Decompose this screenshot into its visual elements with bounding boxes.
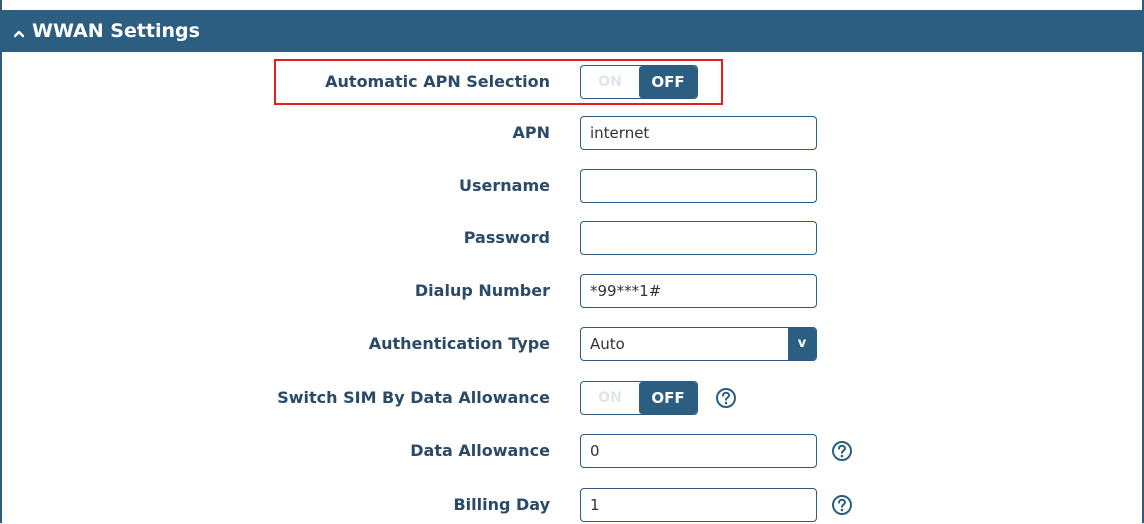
username-input[interactable]: [580, 169, 817, 203]
switch-sim-toggle[interactable]: ON OFF: [580, 381, 698, 415]
dialup-label: Dialup Number: [414, 281, 550, 300]
auth-type-select[interactable]: Auto v: [580, 327, 817, 361]
toggle-off-label: OFF: [639, 382, 697, 414]
toggle-on-label: ON: [598, 390, 622, 406]
section-title: WWAN Settings: [32, 20, 200, 42]
dropdown-arrow-icon[interactable]: v: [788, 328, 816, 360]
auth-type-value: Auto: [590, 335, 625, 353]
help-circle-icon[interactable]: [831, 494, 853, 516]
billing-day-input[interactable]: 1: [580, 488, 817, 522]
section-header[interactable]: WWAN Settings: [2, 10, 1142, 52]
wwan-settings-panel: WWAN Settings Automatic APN Selection ON…: [0, 0, 1144, 523]
password-input[interactable]: [580, 221, 817, 255]
apn-input[interactable]: internet: [580, 116, 817, 150]
help-circle-icon[interactable]: [831, 440, 853, 462]
row-auth-type: Authentication Type Auto v: [2, 325, 1142, 363]
data-allowance-label: Data Allowance: [410, 441, 550, 460]
row-dialup: Dialup Number *99***1#: [2, 272, 1142, 310]
auth-type-label: Authentication Type: [368, 334, 550, 353]
row-username: Username: [2, 167, 1142, 205]
billing-day-label: Billing Day: [453, 495, 550, 514]
row-switch-sim: Switch SIM By Data Allowance ON OFF: [2, 379, 1142, 417]
row-apn: APN internet: [2, 114, 1142, 152]
password-label: Password: [463, 228, 550, 247]
help-circle-icon[interactable]: [715, 387, 737, 409]
chevron-up-icon: [14, 30, 24, 38]
highlight-box: [274, 59, 723, 105]
apn-label: APN: [512, 123, 551, 142]
switch-sim-label: Switch SIM By Data Allowance: [277, 388, 550, 407]
username-label: Username: [459, 176, 550, 195]
dialup-input[interactable]: *99***1#: [580, 274, 817, 308]
row-data-allowance: Data Allowance 0: [2, 432, 1142, 470]
data-allowance-input[interactable]: 0: [580, 434, 817, 468]
row-billing-day: Billing Day 1: [2, 486, 1142, 524]
row-password: Password: [2, 219, 1142, 257]
